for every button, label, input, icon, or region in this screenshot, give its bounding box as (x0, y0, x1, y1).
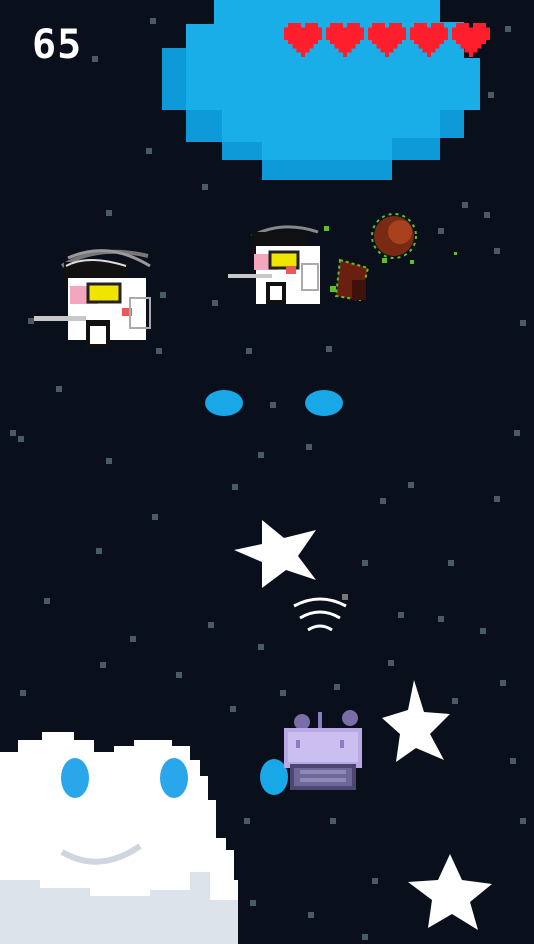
dust-particle (96, 548, 102, 554)
dust-particle (308, 912, 314, 918)
dust-particle (246, 348, 252, 354)
dust-particle (330, 818, 336, 824)
dust-particle (56, 386, 62, 392)
dust-particle (100, 662, 106, 668)
dust-particle (494, 248, 500, 254)
dust-particle (438, 616, 444, 622)
dust-particle (494, 496, 500, 502)
dust-particle (258, 452, 264, 458)
dust-particle (380, 498, 386, 504)
heart-icon (326, 23, 364, 57)
dust-particle (20, 690, 26, 696)
dust-particle (44, 598, 50, 604)
dust-particle (334, 684, 340, 690)
dust-particle (270, 402, 276, 408)
dust-particle (398, 612, 404, 618)
dust-particle (232, 484, 238, 490)
blue-bullet (260, 759, 288, 795)
game-canvas[interactable] (0, 0, 534, 944)
dust-particle (130, 636, 136, 642)
dust-particle (520, 320, 526, 326)
score-counter: 65 (32, 22, 83, 68)
dust-particle (106, 458, 112, 464)
dust-particle (156, 348, 162, 354)
dust-particle (18, 436, 24, 442)
dust-particle (250, 900, 256, 906)
dust-particle (208, 622, 214, 628)
dust-particle (92, 56, 98, 62)
blue-bullet (205, 390, 243, 416)
dust-particle (150, 18, 156, 24)
dust-particle (372, 878, 378, 884)
dust-particle (452, 698, 458, 704)
cloud-eye (160, 758, 188, 798)
dust-particle (500, 680, 506, 686)
dust-particle (202, 184, 208, 190)
dust-particle (146, 148, 152, 154)
dust-particle (480, 628, 486, 634)
dust-particle (505, 26, 511, 32)
dust-particle (362, 560, 368, 566)
dust-particle (106, 210, 112, 216)
dust-particle (258, 644, 264, 650)
dust-particle (462, 202, 468, 208)
dust-particle (160, 292, 166, 298)
dust-particle (230, 706, 236, 712)
dust-particle (448, 560, 454, 566)
dust-particle (362, 934, 368, 940)
dust-particle (212, 300, 218, 306)
dust-particle (28, 318, 34, 324)
dust-particle (244, 818, 250, 824)
dust-particle (438, 228, 444, 234)
cloud-eye (61, 758, 89, 798)
dust-particle (306, 444, 312, 450)
dust-particle (176, 672, 182, 678)
dust-particle (280, 690, 286, 696)
dust-particle (408, 482, 414, 488)
dust-particle (10, 430, 16, 436)
dust-particle (152, 514, 158, 520)
dust-particle (514, 430, 520, 436)
heart-icon (452, 23, 490, 57)
dust-particle (388, 660, 394, 666)
dust-particle (488, 92, 494, 98)
dust-particle (510, 758, 516, 764)
lives-hearts (284, 22, 490, 58)
blue-bullet (305, 390, 343, 416)
heart-icon (410, 23, 448, 57)
signal-dot (342, 594, 348, 600)
heart-icon (284, 23, 322, 57)
dust-particle (520, 818, 526, 824)
heart-icon (368, 23, 406, 57)
dust-particle (326, 346, 332, 352)
dust-particle (484, 212, 490, 218)
